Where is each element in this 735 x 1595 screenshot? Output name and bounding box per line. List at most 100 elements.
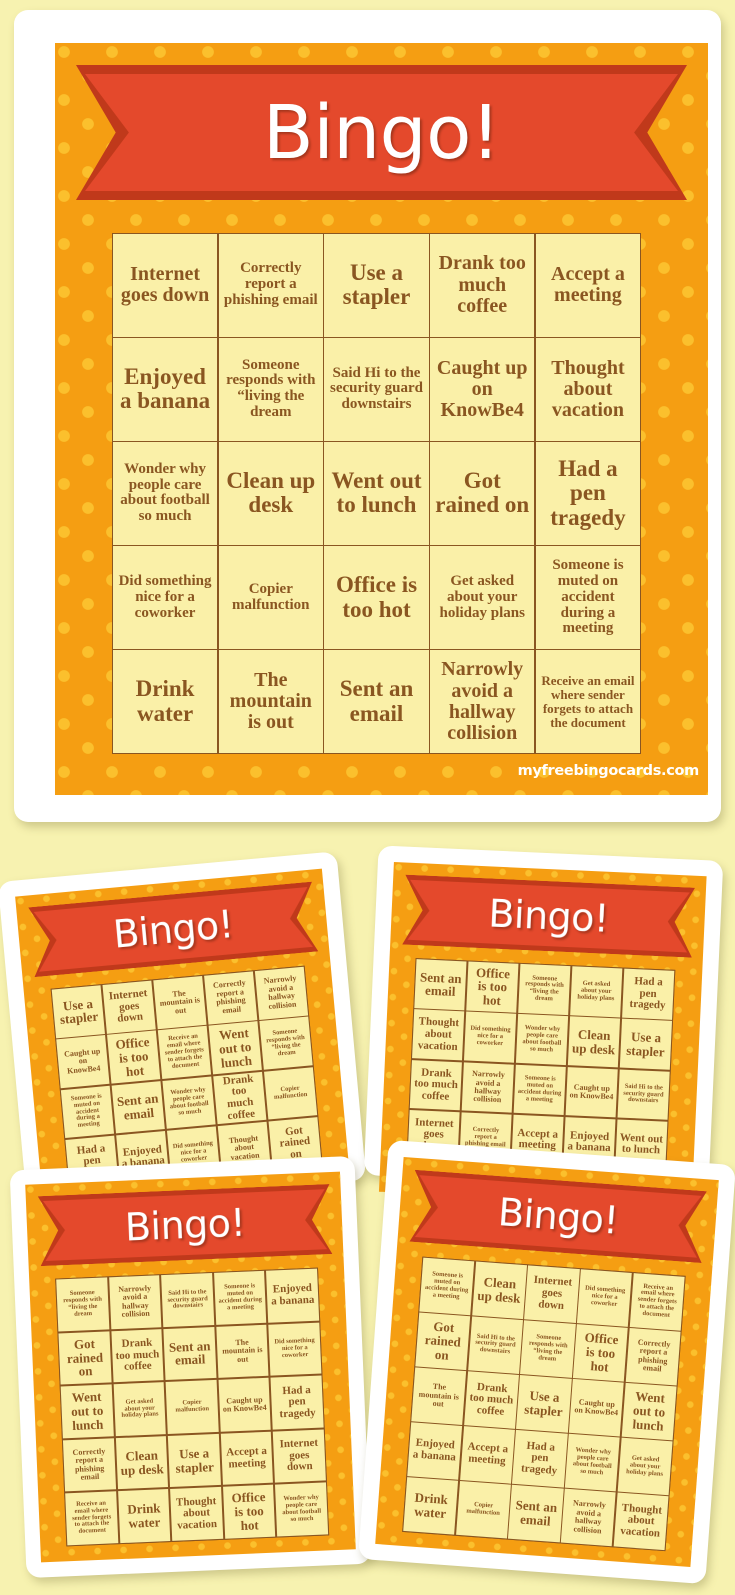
bingo-cell[interactable]: Use a stapler <box>51 985 106 1039</box>
bingo-cell[interactable]: Someone is muted on accident during a me… <box>535 546 640 649</box>
bingo-cell[interactable]: The mountain is out <box>153 975 207 1029</box>
bingo-cell[interactable]: Receive an email where sender forgets to… <box>157 1026 212 1080</box>
bingo-cell[interactable]: Had a pen tragedy <box>621 968 675 1020</box>
bingo-cell[interactable]: Get asked about your holiday plans <box>430 546 535 649</box>
bingo-cell[interactable]: Accept a meeting <box>459 1426 515 1484</box>
bingo-cell[interactable]: Enjoyed a banana <box>113 338 218 441</box>
bingo-cell[interactable]: Caught up on KnowBe4 <box>565 1066 618 1118</box>
bingo-cell[interactable]: Clean up desk <box>567 1016 621 1068</box>
bingo-cell[interactable]: Someone is muted on accident during a me… <box>513 1064 566 1116</box>
bingo-cell[interactable]: Accept a meeting <box>220 1431 274 1486</box>
bingo-cell[interactable]: Narrowly avoid a hallway collision <box>461 1062 515 1114</box>
bingo-cell[interactable]: Went out to lunch <box>621 1383 677 1441</box>
bingo-cell[interactable]: Sent an email <box>414 959 467 1011</box>
bingo-cell[interactable]: Had a pen tragedy <box>270 1375 324 1430</box>
bingo-cell[interactable]: Correctly report a phishing email <box>625 1328 681 1386</box>
bingo-cell[interactable]: Went out to lunch <box>208 1021 262 1075</box>
bingo-cell[interactable]: Use a stapler <box>516 1375 572 1433</box>
bingo-cell[interactable]: Office is too hot <box>324 546 429 649</box>
bingo-cell[interactable]: Did something nice for a coworker <box>577 1269 633 1327</box>
bingo-cell[interactable]: Thought about vacation <box>170 1486 224 1541</box>
bingo-cell[interactable]: Said Hi to the security guard downstairs <box>467 1316 523 1374</box>
bingo-cell[interactable]: Someone is muted on accident during a me… <box>213 1270 267 1325</box>
bingo-cell[interactable]: Receive an email where sender forgets to… <box>65 1491 119 1546</box>
bingo-cell[interactable]: Receive an email where sender forgets to… <box>535 650 640 753</box>
bingo-cell[interactable]: Enjoyed a banana <box>266 1268 320 1323</box>
bingo-cell[interactable]: Narrowly avoid a hallway collision <box>560 1489 616 1547</box>
bingo-cell[interactable]: Drink water <box>117 1489 171 1544</box>
bingo-cell[interactable]: Did something nice for a coworker <box>463 1011 517 1063</box>
bingo-cell[interactable]: Copier malfunction <box>165 1379 219 1434</box>
bingo-cell[interactable]: The mountain is out <box>218 650 323 753</box>
bingo-cell[interactable]: Use a stapler <box>167 1433 221 1488</box>
bingo-cell[interactable]: Drink water <box>403 1477 459 1535</box>
bingo-cell[interactable]: Internet goes down <box>102 980 156 1034</box>
bingo-cell[interactable]: Sent an email <box>508 1485 564 1543</box>
bingo-cell[interactable]: Thought about vacation <box>613 1492 669 1551</box>
bingo-cell[interactable]: Said Hi to the security guard downstairs <box>161 1273 215 1328</box>
bingo-cell[interactable]: Someone responds with “living the dream <box>56 1277 110 1332</box>
bingo-cell[interactable]: Drank too much coffee <box>212 1071 267 1125</box>
bingo-cell[interactable]: Correctly report a phishing email <box>62 1437 116 1492</box>
bingo-cell[interactable]: Wonder why people care about football so… <box>113 442 218 545</box>
bingo-cell[interactable]: Get asked about your holiday plans <box>617 1438 673 1496</box>
bingo-cell[interactable]: Said Hi to the security guard downstairs <box>324 338 429 441</box>
bingo-cell[interactable]: Drank too much coffee <box>409 1059 463 1111</box>
bingo-cell[interactable]: Office is too hot <box>466 961 519 1013</box>
bingo-cell[interactable]: Caught up on KnowBe4 <box>430 338 535 441</box>
bingo-cell[interactable]: Said Hi to the security guard downstairs <box>617 1069 670 1121</box>
bingo-cell[interactable]: Wonder why people care about football so… <box>162 1076 216 1130</box>
bingo-cell[interactable]: Drank too much coffee <box>463 1371 519 1429</box>
bingo-cell[interactable]: Someone responds with “living the dream <box>259 1016 313 1070</box>
bingo-cell[interactable]: Went out to lunch <box>324 442 429 545</box>
bingo-cell[interactable]: Got rained on <box>58 1330 112 1385</box>
bingo-cell[interactable]: Sent an email <box>324 650 429 753</box>
bingo-cell[interactable]: Get asked about your holiday plans <box>113 1382 167 1437</box>
bingo-cell[interactable]: Thought about vacation <box>535 338 640 441</box>
bingo-cell[interactable]: Narrowly avoid a hallway collision <box>430 650 535 753</box>
bingo-cell[interactable]: Someone is muted on accident during a me… <box>419 1257 475 1315</box>
bingo-cell[interactable]: Someone responds with “living the dream <box>218 338 323 441</box>
bingo-cell[interactable]: Had a pen tragedy <box>535 442 640 545</box>
bingo-cell[interactable]: Get asked about your holiday plans <box>569 966 623 1018</box>
bingo-cell[interactable]: Office is too hot <box>106 1030 161 1084</box>
bingo-cell[interactable]: Caught up on KnowBe4 <box>56 1035 110 1089</box>
bingo-cell[interactable]: Caught up on KnowBe4 <box>569 1379 624 1437</box>
bingo-cell[interactable]: Wonder why people care about football so… <box>275 1482 329 1537</box>
bingo-cell[interactable]: The mountain is out <box>215 1324 269 1379</box>
bingo-cell[interactable]: Enjoyed a banana <box>407 1422 463 1480</box>
bingo-cell[interactable]: Use a stapler <box>324 234 429 337</box>
site-credit-link[interactable]: myfreebingocards.com <box>518 763 700 779</box>
bingo-cell[interactable]: Caught up on KnowBe4 <box>218 1377 272 1432</box>
bingo-cell[interactable]: Clean up desk <box>471 1261 527 1319</box>
bingo-cell[interactable]: Did something nice for a coworker <box>268 1322 322 1377</box>
bingo-cell[interactable]: Copier malfunction <box>455 1481 511 1539</box>
bingo-cell[interactable]: Had a pen tragedy <box>512 1430 568 1488</box>
bingo-cell[interactable]: Drank too much coffee <box>430 234 535 337</box>
bingo-cell[interactable]: Drank too much coffee <box>110 1328 164 1383</box>
bingo-cell[interactable]: Someone responds with “living the dream <box>518 963 571 1015</box>
bingo-cell[interactable]: Did something nice for a coworker <box>113 546 218 649</box>
bingo-cell[interactable]: Office is too hot <box>222 1484 276 1539</box>
bingo-cell[interactable]: Office is too hot <box>573 1324 628 1382</box>
bingo-cell[interactable]: Sent an email <box>111 1080 166 1134</box>
bingo-cell[interactable]: Wonder why people care about football so… <box>565 1434 620 1492</box>
bingo-cell[interactable]: Correctly report a phishing email <box>203 971 258 1025</box>
bingo-cell[interactable]: Thought about vacation <box>412 1009 465 1061</box>
bingo-card-preview-4[interactable]: Bingo! Someone responds with “living the… <box>9 1155 372 1579</box>
bingo-cell[interactable]: Copier malfunction <box>218 546 323 649</box>
bingo-cell[interactable]: Accept a meeting <box>535 234 640 337</box>
bingo-cell[interactable]: Drink water <box>113 650 218 753</box>
bingo-cell[interactable]: Receive an email where sender forgets to… <box>629 1273 685 1331</box>
bingo-cell[interactable]: Clean up desk <box>115 1435 169 1490</box>
bingo-cell[interactable]: The mountain is out <box>411 1367 467 1425</box>
bingo-cell[interactable]: Correctly report a phishing email <box>218 234 323 337</box>
bingo-cell[interactable]: Wonder why people care about football so… <box>515 1014 569 1066</box>
bingo-cell[interactable]: Narrowly avoid a hallway collision <box>254 966 309 1020</box>
bingo-cell[interactable]: Someone responds with “living the dream <box>520 1320 576 1378</box>
bingo-cell[interactable]: Got rained on <box>430 442 535 545</box>
bingo-cell[interactable]: Internet goes down <box>113 234 218 337</box>
bingo-cell[interactable]: Internet goes down <box>524 1265 580 1323</box>
bingo-cell[interactable]: Internet goes down <box>272 1429 326 1484</box>
bingo-card-preview-5[interactable]: Bingo! Someone is muted on accident duri… <box>358 1139 735 1585</box>
